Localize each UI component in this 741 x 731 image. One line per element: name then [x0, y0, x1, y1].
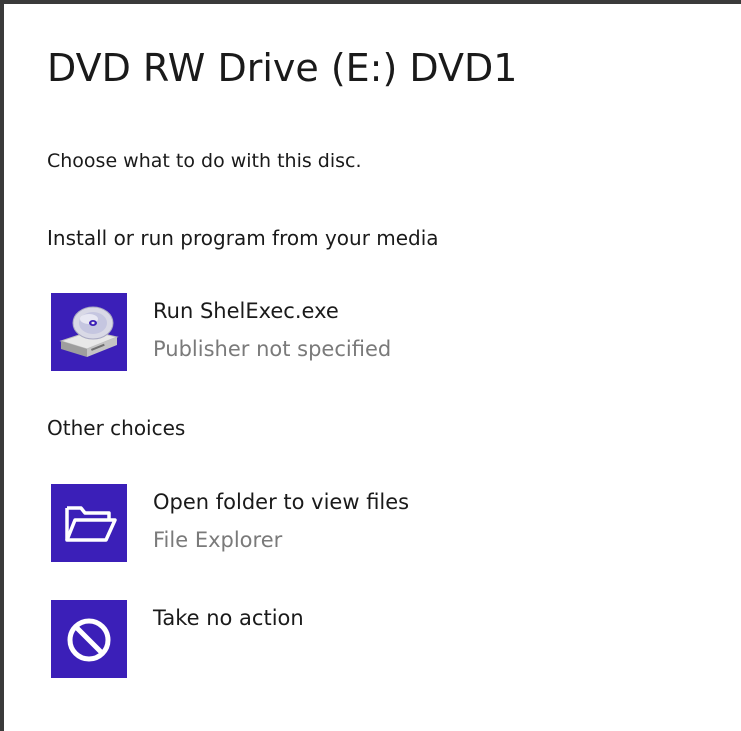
- option-subtitle: File Explorer: [153, 528, 283, 552]
- option-run-program[interactable]: Run ShelExec.exe Publisher not specified: [47, 293, 707, 371]
- section-heading-install: Install or run program from your media: [47, 226, 439, 250]
- option-open-folder[interactable]: Open folder to view files File Explorer: [47, 484, 707, 562]
- disc-drive-icon: [51, 293, 127, 371]
- option-take-no-action[interactable]: Take no action: [47, 600, 707, 678]
- option-title: Open folder to view files: [153, 490, 410, 514]
- dialog-subtitle: Choose what to do with this disc.: [47, 150, 362, 172]
- dialog-title: DVD RW Drive (E:) DVD1: [47, 46, 518, 90]
- autoplay-window: DVD RW Drive (E:) DVD1 Choose what to do…: [0, 0, 741, 731]
- option-title: Run ShelExec.exe: [153, 299, 339, 323]
- folder-open-icon: [51, 484, 127, 562]
- section-heading-other: Other choices: [47, 416, 186, 440]
- option-subtitle: Publisher not specified: [153, 337, 392, 361]
- no-action-icon: [51, 600, 127, 678]
- option-title: Take no action: [153, 606, 304, 630]
